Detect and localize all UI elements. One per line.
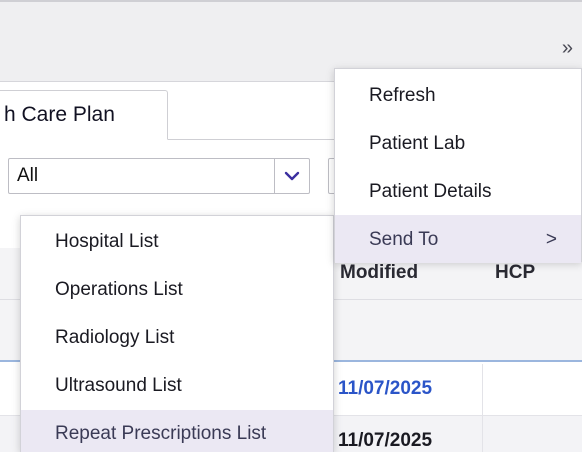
select-arrow-button[interactable] [274, 159, 309, 193]
cell-modified-date: 11/07/2025 [338, 378, 433, 399]
menu-item-operations-list[interactable]: Operations List [21, 266, 333, 314]
menu-item-hospital-list[interactable]: Hospital List [21, 218, 333, 266]
cell-modified-date: 11/07/2025 [338, 430, 433, 451]
column-header-hcp[interactable]: HCP [495, 262, 535, 284]
context-menu: Refresh Patient Lab Patient Details Send… [334, 68, 582, 263]
menu-item-label: Send To [369, 229, 439, 250]
cell-divider [482, 364, 483, 415]
chevron-down-icon [284, 171, 300, 181]
menu-item-label: Operations List [55, 279, 183, 300]
menu-item-label: Repeat Prescriptions List [55, 423, 267, 444]
filter-select[interactable]: All [8, 158, 310, 194]
tab-care-plan[interactable]: h Care Plan [0, 90, 168, 140]
column-header-modified[interactable]: Modified [340, 262, 418, 284]
cell-divider [482, 416, 483, 452]
tab-care-plan-label: h Care Plan [4, 103, 115, 126]
menu-item-refresh[interactable]: Refresh [335, 71, 581, 119]
menu-item-label: Patient Lab [369, 133, 466, 154]
menu-item-label: Hospital List [55, 231, 159, 252]
double-chevron-right-icon[interactable]: » [562, 38, 573, 58]
menu-item-label: Radiology List [55, 327, 175, 348]
menu-item-radiology-list[interactable]: Radiology List [21, 314, 333, 362]
menu-item-label: Refresh [369, 85, 436, 106]
filter-select-value: All [17, 165, 39, 186]
menu-item-repeat-prescriptions-list[interactable]: Repeat Prescriptions List [21, 410, 333, 452]
menu-item-label: Patient Details [369, 181, 492, 202]
menu-item-ultrasound-list[interactable]: Ultrasound List [21, 362, 333, 410]
menu-item-patient-lab[interactable]: Patient Lab [335, 119, 581, 167]
menu-item-send-to[interactable]: Send To > [335, 215, 581, 263]
menu-item-label: Ultrasound List [55, 375, 182, 396]
chevron-right-icon: > [545, 229, 557, 250]
send-to-submenu: Hospital List Operations List Radiology … [20, 215, 334, 452]
menu-item-patient-details[interactable]: Patient Details [335, 167, 581, 215]
app-window: » h Care Plan All Modified HCP 11/07/202… [0, 0, 582, 452]
